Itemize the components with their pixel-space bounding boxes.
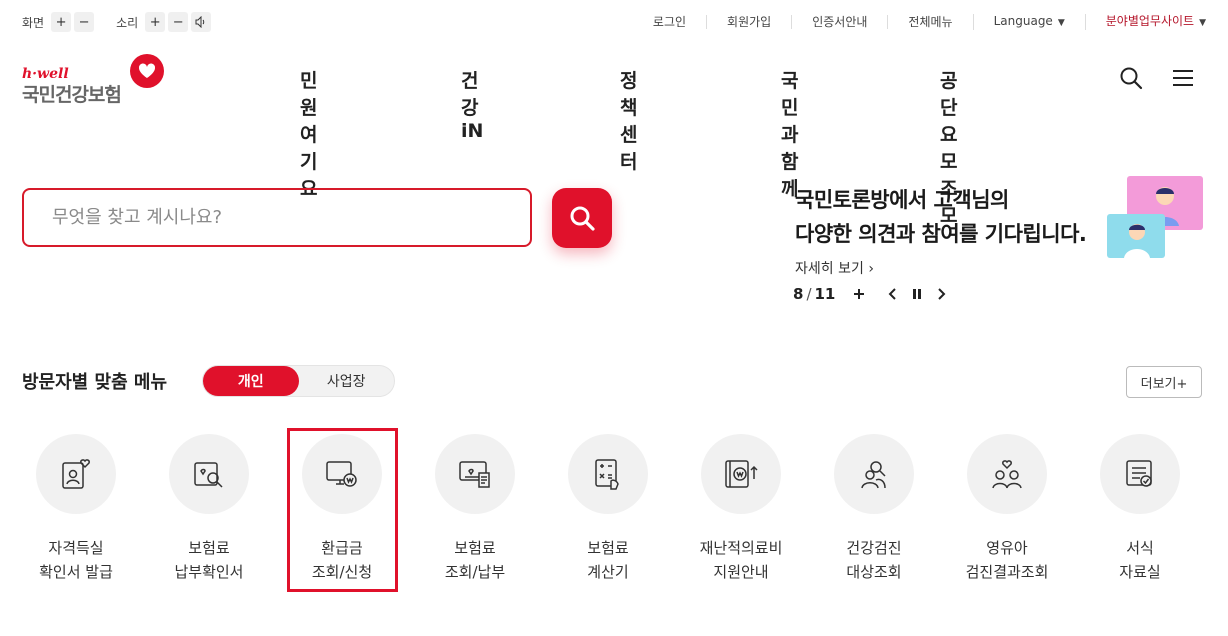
hamburger-menu-icon[interactable]: [1171, 66, 1197, 92]
certificate-guide-link[interactable]: 인증서안내: [791, 15, 887, 29]
signup-link[interactable]: 회원가입: [706, 15, 791, 29]
menu-label: 서식 자료실: [1119, 539, 1161, 581]
banner-pause-button[interactable]: [905, 284, 929, 304]
menu-label: 보험료 조회/납부: [444, 539, 506, 581]
menu-qualification-certificate[interactable]: 자격득실 확인서 발급: [21, 434, 131, 584]
menu-catastrophic-medical-support[interactable]: 재난적의료비 지원안내: [686, 434, 796, 584]
family-heart-icon: [967, 434, 1047, 514]
calculator-icon: [568, 434, 648, 514]
logo-name: 국민건강보험: [22, 84, 122, 106]
menu-label: 자격득실 확인서 발급: [39, 539, 113, 581]
language-select[interactable]: Language ▼: [972, 14, 1085, 30]
certificate-heart-icon: [36, 434, 116, 514]
section-title: 방문자별 맞춤 메뉴: [22, 372, 168, 393]
field-sites-label: 분야별업무사이트: [1105, 14, 1195, 28]
menu-label: 보험료 계산기: [587, 539, 629, 581]
chevron-right-icon: [938, 288, 946, 300]
menu-form-library[interactable]: 서식 자료실: [1085, 434, 1195, 584]
screen-zoom-out-button[interactable]: −: [74, 12, 95, 32]
medical-cost-icon: [701, 434, 781, 514]
nav-with-citizens[interactable]: 국민과함께: [781, 66, 798, 201]
menu-health-checkup-target[interactable]: 건강검진 대상조회: [819, 434, 929, 584]
menu-infant-checkup-results[interactable]: 영유아 검진결과조회: [952, 434, 1062, 584]
screen-zoom-label: 화면: [22, 15, 45, 30]
nav-civil-service[interactable]: 민원여기요: [300, 66, 317, 201]
menu-label: 영유아 검진결과조회: [965, 539, 1049, 581]
highlight-frame: [287, 428, 398, 592]
banner-more-link[interactable]: 자세히 보기 ›: [795, 258, 874, 278]
heart-logo-icon: [130, 54, 164, 88]
sound-label: 소리: [116, 15, 139, 30]
plus-icon: [854, 289, 865, 299]
menu-label: 재난적의료비 지원안내: [699, 539, 783, 581]
chevron-left-icon: [888, 288, 897, 300]
accessibility-controls: 화면 + − 소리 + −: [22, 12, 229, 32]
banner-current-page: 8: [793, 285, 804, 303]
search-document-icon: [169, 434, 249, 514]
nav-policy-center[interactable]: 정책센터: [620, 66, 637, 174]
caret-down-icon: ▼: [1057, 18, 1065, 28]
banner-line-2: 다양한 의견과 참여를 기다립니다.: [795, 222, 1087, 246]
discussion-illustration: [1107, 176, 1203, 258]
nhis-logo[interactable]: h·well 국민건강보험: [22, 54, 172, 106]
search-field-wrapper: [22, 188, 532, 247]
payment-monitor-icon: [435, 434, 515, 514]
all-menu-link[interactable]: 전체메뉴: [887, 15, 972, 29]
banner-prev-button[interactable]: [881, 284, 905, 304]
banner-line-1: 국민토론방에서 고객님의: [795, 188, 1009, 212]
nav-health-in[interactable]: 건강iN: [461, 66, 483, 142]
more-button[interactable]: 더보기+: [1126, 366, 1202, 398]
chevron-right-icon: ›: [868, 261, 874, 277]
checkup-people-icon: [834, 434, 914, 514]
pause-icon: [913, 289, 922, 299]
caret-down-icon: ▼: [1199, 18, 1206, 28]
field-sites-select[interactable]: 분야별업무사이트 ▼: [1084, 14, 1206, 30]
language-label: Language: [993, 14, 1053, 28]
utility-bar: 화면 + − 소리 + − 로그인 회원가입 인증서안내 전체메뉴 Langua…: [22, 10, 1206, 34]
screen-zoom-group: 화면 + −: [22, 12, 95, 32]
form-document-icon: [1100, 434, 1180, 514]
speaker-icon[interactable]: [191, 12, 212, 32]
banner-next-button[interactable]: [929, 284, 953, 304]
banner-pager: 8 / 11: [793, 284, 953, 304]
search-icon[interactable]: [1119, 66, 1145, 92]
menu-label: 보험료 납부확인서: [174, 539, 244, 581]
sound-up-button[interactable]: +: [145, 12, 166, 32]
banner-expand-button[interactable]: [847, 284, 871, 304]
banner-total-pages: 11: [814, 285, 836, 303]
menu-premium-inquiry-payment[interactable]: 보험료 조회/납부: [420, 434, 530, 584]
sound-group: 소리 + −: [116, 12, 212, 32]
menu-premium-calculator[interactable]: 보험료 계산기: [553, 434, 663, 584]
utility-links: 로그인 회원가입 인증서안내 전체메뉴 Language ▼ 분야별업무사이트 ▼: [633, 14, 1206, 30]
tab-business[interactable]: 사업장: [299, 366, 395, 396]
visitor-type-toggle: 개인 사업장: [202, 365, 395, 397]
banner-title: 국민토론방에서 고객님의 다양한 의견과 참여를 기다립니다.: [795, 183, 1087, 251]
menu-premium-payment-certificate[interactable]: 보험료 납부확인서: [154, 434, 264, 584]
banner-more-label: 자세히 보기: [795, 261, 864, 277]
menu-label: 건강검진 대상조회: [846, 539, 902, 581]
sound-down-button[interactable]: −: [168, 12, 189, 32]
tab-individual[interactable]: 개인: [203, 366, 299, 396]
login-link[interactable]: 로그인: [633, 15, 706, 29]
pager-separator: /: [806, 285, 812, 303]
search-input[interactable]: [52, 207, 502, 228]
search-button[interactable]: [552, 188, 612, 248]
screen-zoom-in-button[interactable]: +: [51, 12, 72, 32]
search-icon: [570, 206, 595, 231]
